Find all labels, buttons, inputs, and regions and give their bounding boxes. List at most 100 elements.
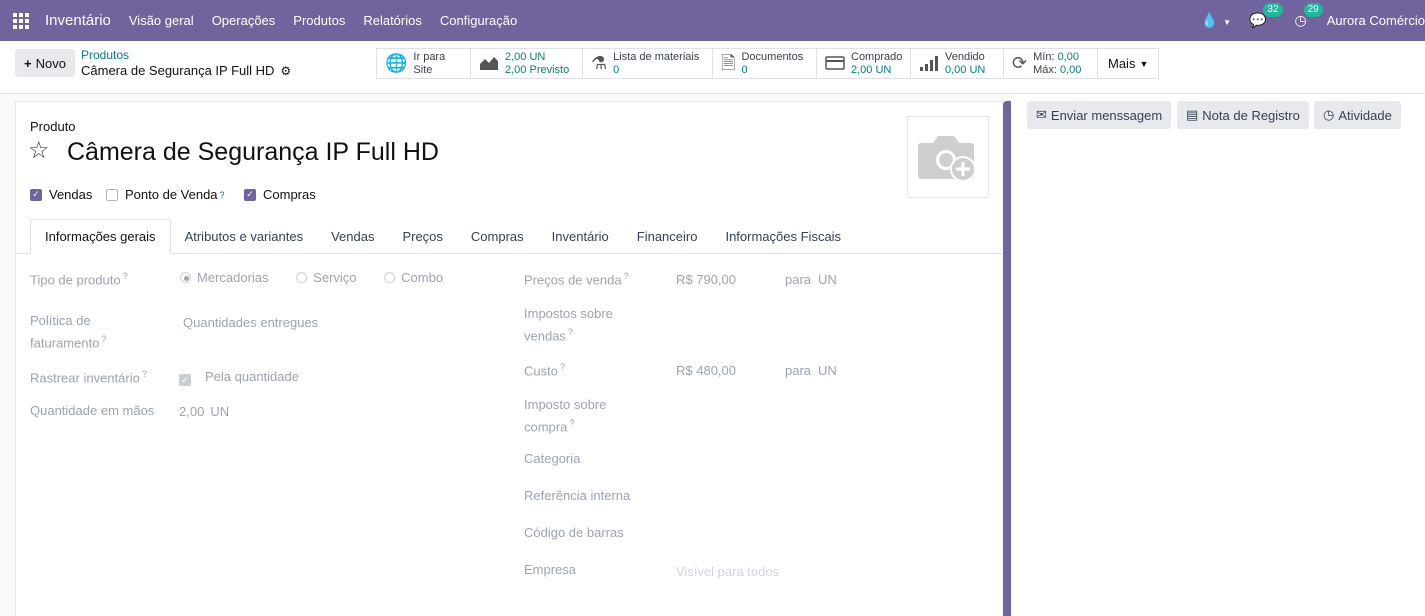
qty-on-hand-unit: UN: [210, 404, 230, 419]
camera-plus-icon[interactable]: [907, 116, 989, 198]
tab-financeiro[interactable]: Financeiro: [623, 219, 712, 254]
purchased-stat-button[interactable]: Comprado 2,00 UN: [817, 49, 911, 78]
purchase-checkbox[interactable]: ✓: [244, 188, 256, 201]
menu-relatorios[interactable]: Relatórios: [363, 13, 422, 28]
menu-configuracao[interactable]: Configuração: [440, 13, 517, 28]
forecast-label: Previsto: [529, 63, 570, 76]
activities-clock-icon[interactable]: ◷ 29: [1295, 3, 1323, 29]
sold-label: Vendido: [945, 50, 985, 63]
caret-down-icon: ▼: [1139, 58, 1149, 69]
more-button[interactable]: Mais ▼: [1098, 49, 1158, 78]
track-inventory-label-text: Rastrear inventário: [30, 370, 140, 386]
sale-price-per: para UN: [785, 272, 837, 287]
product-name[interactable]: Câmera de Segurança IP Full HD: [67, 138, 439, 167]
sale-price-value[interactable]: R$ 790,00: [676, 272, 736, 287]
invoice-policy-value[interactable]: Quantidades entregues: [183, 315, 318, 330]
bom-label: Lista de materiais: [613, 50, 700, 63]
tab-precos[interactable]: Preços: [388, 219, 456, 254]
sale-taxes-line1: Impostos sobre: [524, 306, 613, 321]
track-inventory-label: Rastrear inventário?: [30, 369, 147, 386]
tab-informacoes-fiscais[interactable]: Informações Fiscais: [711, 219, 855, 254]
documents-label: Documentos: [741, 50, 804, 63]
purchase-tax-line2: compra: [524, 419, 568, 435]
activity-button[interactable]: ◷ Atividade: [1314, 101, 1401, 129]
log-note-button[interactable]: ▤ Nota de Registro: [1177, 101, 1309, 129]
breadcrumb-parent[interactable]: Produtos: [81, 48, 129, 62]
pos-option[interactable]: Ponto de Venda?: [106, 187, 225, 202]
star-favorite-icon[interactable]: ☆: [28, 136, 50, 165]
documents-stat-button[interactable]: 🗎 Documentos 0: [713, 49, 817, 78]
app-menu-icon[interactable]: [13, 12, 33, 29]
sales-option-label: Vendas: [49, 187, 93, 202]
app-name[interactable]: Inventário: [45, 12, 111, 29]
purchase-option[interactable]: ✓ Compras: [244, 187, 316, 202]
sale-price-label: Preços de venda?: [524, 271, 629, 288]
send-message-button[interactable]: ✉ Enviar menssagem: [1027, 101, 1172, 129]
sold-stat-button[interactable]: Vendido 0,00 UN: [911, 49, 1004, 78]
tab-compras[interactable]: Compras: [457, 219, 538, 254]
globe-icon: 🌐: [385, 53, 408, 73]
envelope-icon: ✉: [1036, 107, 1047, 122]
messages-icon[interactable]: 💬 32: [1249, 3, 1283, 29]
cost-label: Custo?: [524, 362, 565, 379]
purchase-tax-label: Imposto sobre compra?: [524, 397, 607, 435]
debug-drop-icon[interactable]: 💧 ▼: [1201, 12, 1231, 29]
menu-operacoes[interactable]: Operações: [212, 13, 276, 28]
company-input[interactable]: Visível para todos: [676, 564, 779, 579]
clock-icon: ◷: [1323, 107, 1335, 122]
sales-option[interactable]: ✓ Vendas: [30, 187, 92, 202]
tab-inventario[interactable]: Inventário: [538, 219, 623, 254]
messages-badge: 32: [1263, 3, 1283, 17]
log-note-label: Nota de Registro: [1202, 107, 1300, 123]
tab-informacoes-gerais[interactable]: Informações gerais: [30, 219, 171, 254]
radio-combo[interactable]: Combo: [384, 270, 443, 285]
cost-value[interactable]: R$ 480,00: [676, 363, 736, 378]
website-line1: Ir para: [413, 50, 446, 63]
track-inventory-checkbox[interactable]: ✓: [179, 374, 191, 386]
bom-value: 0: [613, 63, 620, 76]
sale-price-per-text: para: [785, 272, 812, 287]
pos-checkbox[interactable]: [106, 188, 118, 201]
min-label: Mín:: [1033, 50, 1055, 63]
flask-icon: ⚗: [591, 53, 608, 73]
website-stat-button[interactable]: 🌐 Ir para Site: [377, 49, 471, 78]
breadcrumb-current: Câmera de Segurança IP Full HD ⚙: [81, 63, 291, 78]
sale-taxes-label: Impostos sobre vendas?: [524, 306, 613, 344]
radio-mercadorias[interactable]: Mercadorias: [180, 270, 269, 285]
category-label: Categoria: [524, 451, 581, 466]
sale-taxes-line2: vendas: [524, 328, 566, 344]
track-inventory-value[interactable]: Pela quantidade: [205, 369, 299, 384]
forecast-stat-button[interactable]: 2,00 UN 2,00 Previsto: [471, 49, 583, 78]
radio-servico[interactable]: Serviço: [296, 270, 357, 285]
product-type-label-text: Tipo de produto: [30, 272, 121, 288]
help-tooltip-icon[interactable]: ?: [220, 190, 225, 200]
gear-icon[interactable]: ⚙: [280, 64, 291, 78]
sale-price-label-text: Preços de venda: [524, 272, 622, 288]
max-value: 0,00: [1060, 63, 1082, 76]
max-label: Máx:: [1033, 63, 1057, 76]
bom-stat-button[interactable]: ⚗ Lista de materiais 0: [583, 49, 713, 78]
top-navbar: Inventário Visão geral Operações Produto…: [0, 0, 1425, 41]
company-switcher[interactable]: Aurora Comércio: [1327, 13, 1425, 28]
qty-on-hand-value: 2,00: [179, 404, 205, 419]
forecast-value: 2,00: [505, 63, 527, 76]
more-label: Mais: [1108, 56, 1136, 71]
menu-produtos[interactable]: Produtos: [293, 13, 345, 28]
tab-vendas[interactable]: Vendas: [317, 219, 388, 254]
tab-atributos-variantes[interactable]: Atributos e variantes: [171, 219, 318, 254]
menu-visao-geral[interactable]: Visão geral: [129, 13, 194, 28]
documents-value: 0: [741, 63, 748, 76]
sales-checkbox[interactable]: ✓: [30, 188, 42, 201]
activity-label: Atividade: [1338, 107, 1392, 123]
minmax-stat-button[interactable]: ⟳ Mín: 0,00 Máx: 0,00: [1004, 49, 1098, 78]
sale-price-unit: UN: [818, 272, 837, 287]
qty-on-hand-field: 2,00 UN: [179, 404, 229, 419]
radio-servico-label: Serviço: [313, 270, 357, 285]
chatter-panel: ✉ Enviar menssagem ▤ Nota de Registro ◷ Ati…: [1011, 94, 1425, 616]
qty-on-hand-label: Quantidade em mãos: [30, 403, 155, 418]
forecast-onhand: 2,00 UN: [505, 50, 546, 63]
new-button-label: Novo: [35, 55, 66, 71]
website-line2: Site: [413, 63, 433, 76]
refresh-icon: ⟳: [1012, 53, 1028, 73]
new-button[interactable]: + Novo: [15, 49, 75, 77]
